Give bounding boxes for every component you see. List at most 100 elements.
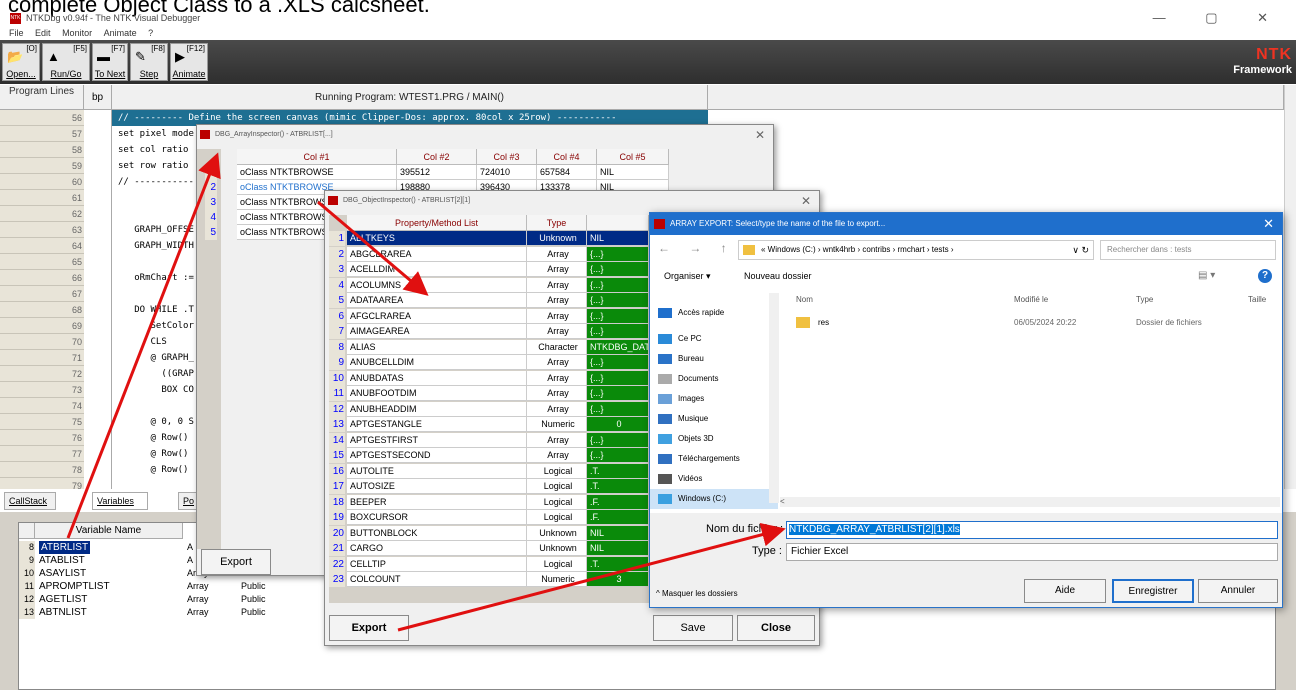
tab-variables[interactable]: Variables xyxy=(92,492,148,510)
object-property-grid[interactable]: Property/Method List Type 1 ALLTKEYS Unknown… xyxy=(329,215,649,603)
object-cell[interactable]: ANUBHEADDIM xyxy=(347,401,527,417)
object-cell[interactable]: Array xyxy=(527,355,587,370)
object-cell[interactable]: Logical xyxy=(527,510,587,525)
object-cell[interactable]: {...} xyxy=(587,370,649,386)
object-cell[interactable]: {...} xyxy=(587,355,649,370)
object-cell[interactable]: {...} xyxy=(587,401,649,417)
organize-menu[interactable]: Organiser ▾ xyxy=(664,271,711,282)
object-cell[interactable]: Array xyxy=(527,432,587,448)
object-cell[interactable]: Array xyxy=(527,293,587,308)
close-icon[interactable]: ✕ xyxy=(801,191,811,211)
nav-item[interactable]: Téléchargements xyxy=(650,449,778,469)
array-cell[interactable]: oClass NTKTBROWSE xyxy=(237,165,397,180)
array-export-button[interactable]: Export xyxy=(201,549,271,575)
array-cell[interactable]: 657584 xyxy=(537,165,597,180)
object-cell[interactable]: Array xyxy=(527,401,587,417)
array-col-header[interactable]: Col #1 xyxy=(237,149,397,165)
to-next-button[interactable]: ▬ [F7] To Next xyxy=(92,43,128,81)
animate-button[interactable]: ▶ [F12] Animate xyxy=(170,43,208,81)
array-col-header[interactable]: Col #3 xyxy=(477,149,537,165)
object-cell[interactable]: 3 xyxy=(587,572,649,587)
save-button[interactable]: Enregistrer xyxy=(1112,579,1194,603)
path-segment[interactable]: contribs xyxy=(862,245,890,254)
filename-field[interactable]: NTKDBG_ARRAY_ATBRLIST[2][1].xls xyxy=(786,521,1278,539)
object-cell[interactable]: ABGCLRAREA xyxy=(347,246,527,262)
breakpoint-column[interactable] xyxy=(84,110,112,489)
array-col-header[interactable]: Col #5 xyxy=(597,149,669,165)
object-cell[interactable]: {...} xyxy=(587,246,649,262)
object-cell[interactable]: {...} xyxy=(587,262,649,277)
object-cell[interactable]: ADATAAREA xyxy=(347,293,527,308)
help-button[interactable]: Aide xyxy=(1024,579,1106,603)
view-options-icon[interactable]: ▤ ▾ xyxy=(1198,270,1215,281)
object-cell[interactable]: Array xyxy=(527,262,587,277)
path-segment[interactable]: « Windows (C:) xyxy=(761,245,816,254)
menu-help[interactable]: ? xyxy=(148,28,153,38)
object-cell[interactable]: Numeric xyxy=(527,417,587,432)
column-size[interactable]: Taille xyxy=(1248,295,1266,304)
nav-item[interactable]: Ce PC xyxy=(650,329,778,349)
object-cell[interactable]: .T. xyxy=(587,479,649,494)
open-button[interactable]: 📂 [O] Open... xyxy=(2,43,40,81)
object-col-header[interactable]: Property/Method List xyxy=(347,215,527,231)
object-cell[interactable]: {...} xyxy=(587,432,649,448)
hide-folders-toggle[interactable]: ^ Masquer les dossiers xyxy=(656,589,738,598)
nav-item[interactable]: Vidéos xyxy=(650,469,778,489)
object-cell[interactable]: Array xyxy=(527,277,587,293)
object-save-button[interactable]: Save xyxy=(653,615,733,641)
object-cell[interactable]: COLCOUNT xyxy=(347,572,527,587)
object-cell[interactable]: Logical xyxy=(527,479,587,494)
object-cell[interactable]: .F. xyxy=(587,510,649,525)
object-cell[interactable]: BEEPER xyxy=(347,494,527,510)
nav-item[interactable]: Images xyxy=(650,389,778,409)
object-cell[interactable]: 0 xyxy=(587,417,649,432)
step-button[interactable]: ✎ [F8] Step xyxy=(130,43,168,81)
source-scrollbar[interactable] xyxy=(1284,85,1296,489)
object-cell[interactable]: APTGESTFIRST xyxy=(347,432,527,448)
tab-callstack[interactable]: CallStack xyxy=(4,492,56,510)
object-cell[interactable]: NIL xyxy=(587,231,649,246)
object-cell[interactable]: .F. xyxy=(587,494,649,510)
nav-item[interactable]: Windows (C:) xyxy=(650,489,778,509)
run-go-button[interactable]: ▲ [F5] Run/Go xyxy=(42,43,90,81)
object-cell[interactable]: {...} xyxy=(587,448,649,463)
object-col-header[interactable]: Type xyxy=(527,215,587,231)
object-cell[interactable]: {...} xyxy=(587,324,649,339)
object-cell[interactable]: {...} xyxy=(587,293,649,308)
object-cell[interactable]: ALIAS xyxy=(347,339,527,355)
object-cell[interactable]: Numeric xyxy=(527,572,587,587)
object-cell[interactable]: NTKDBG_DAT xyxy=(587,339,649,355)
object-cell[interactable]: Array xyxy=(527,324,587,339)
menu-animate[interactable]: Animate xyxy=(104,28,137,38)
menu-monitor[interactable]: Monitor xyxy=(62,28,92,38)
path-segment[interactable]: rmchart xyxy=(898,245,925,254)
cancel-button[interactable]: Annuler xyxy=(1198,579,1278,603)
nav-arrows[interactable]: ← → ↑ xyxy=(658,241,735,255)
object-cell[interactable]: Logical xyxy=(527,494,587,510)
object-cell[interactable]: Unknown xyxy=(527,231,587,246)
object-cell[interactable]: .T. xyxy=(587,556,649,572)
nav-item[interactable]: Documents xyxy=(650,369,778,389)
object-cell[interactable]: Logical xyxy=(527,556,587,572)
object-cell[interactable]: AUTOSIZE xyxy=(347,479,527,494)
object-cell[interactable]: Array xyxy=(527,370,587,386)
object-cell[interactable]: APTGESTSECOND xyxy=(347,448,527,463)
nav-scrollbar[interactable] xyxy=(769,293,779,503)
object-cell[interactable]: ANUBCELLDIM xyxy=(347,355,527,370)
path-segment[interactable]: wntk4hrb xyxy=(823,245,855,254)
object-cell[interactable]: Character xyxy=(527,339,587,355)
object-cell[interactable]: Array xyxy=(527,448,587,463)
object-cell[interactable]: {...} xyxy=(587,386,649,401)
object-cell[interactable]: Array xyxy=(527,308,587,324)
new-folder-button[interactable]: Nouveau dossier xyxy=(744,271,812,281)
object-cell[interactable]: Logical xyxy=(527,463,587,479)
object-cell[interactable]: CARGO xyxy=(347,541,527,556)
array-cell[interactable]: NIL xyxy=(597,165,669,180)
object-cell[interactable]: Array xyxy=(527,246,587,262)
object-cell[interactable]: ACOLUMNS xyxy=(347,277,527,293)
object-cell[interactable]: BUTTONBLOCK xyxy=(347,525,527,541)
object-cell[interactable]: ACELLDIM xyxy=(347,262,527,277)
object-cell[interactable]: ANUBDATAS xyxy=(347,370,527,386)
refresh-icon[interactable]: ∨ ↻ xyxy=(1072,241,1089,259)
object-cell[interactable]: Unknown xyxy=(527,541,587,556)
